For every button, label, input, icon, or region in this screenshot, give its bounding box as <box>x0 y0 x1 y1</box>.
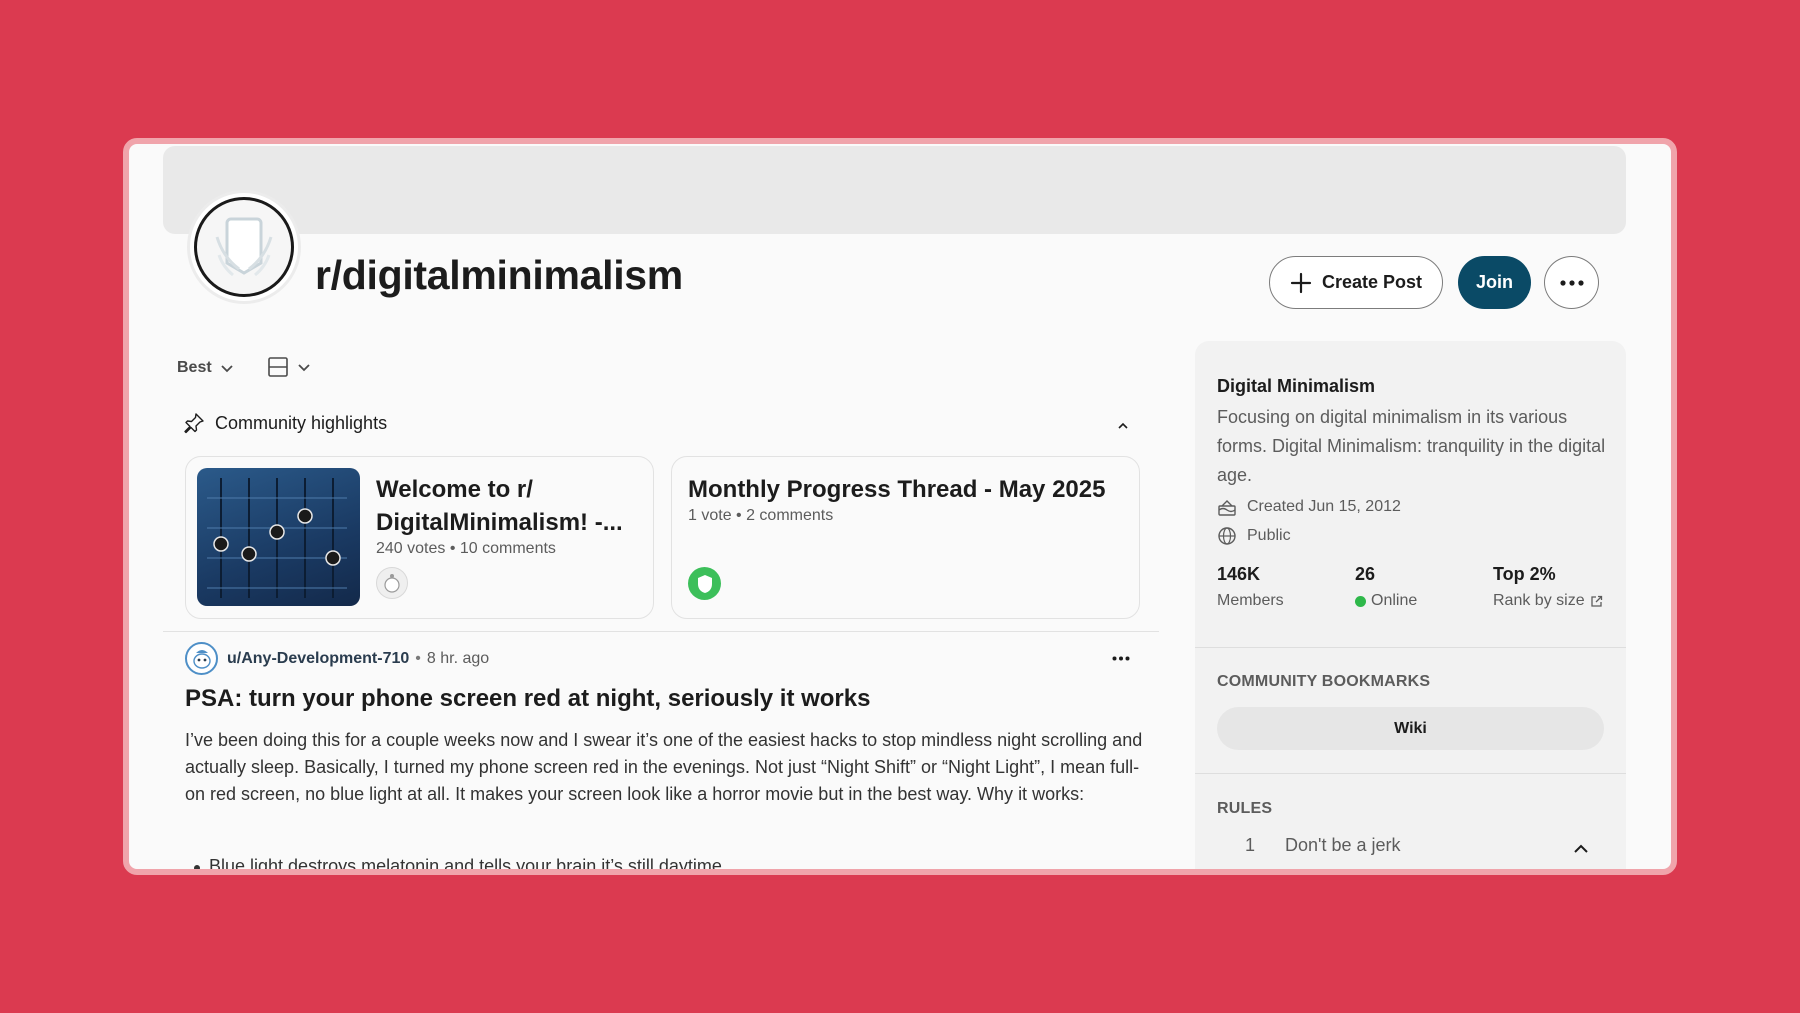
community-banner <box>163 146 1626 234</box>
rules-heading: RULES <box>1217 800 1273 817</box>
globe-icon <box>1218 527 1236 545</box>
community-created-text: Created Jun 15, 2012 <box>1247 498 1401 515</box>
snoo-avatar-icon <box>192 649 211 669</box>
stat-rank[interactable]: Top 2% Rank by size <box>1493 564 1603 610</box>
post-options-button[interactable] <box>1112 648 1130 666</box>
post-header: u/Any-Development-710 • 8 hr. ago <box>185 642 489 675</box>
view-mode-dropdown[interactable] <box>267 356 311 378</box>
more-horizontal-icon <box>1112 656 1130 661</box>
external-link-icon <box>1590 595 1602 607</box>
feed-divider <box>163 631 1159 632</box>
community-sidebar: Digital Minimalism Focusing on digital m… <box>1195 341 1626 869</box>
highlight-meta: 1 vote • 2 comments <box>688 507 834 524</box>
post-meta-separator: • <box>415 649 421 667</box>
create-post-button[interactable]: Create Post <box>1269 256 1443 309</box>
community-visibility-text: Public <box>1247 527 1291 544</box>
rule-item[interactable]: 1 Don't be a jerk <box>1245 835 1401 856</box>
highlight-title: Monthly Progress Thread - May 2025 <box>688 476 1106 503</box>
community-bookmarks-heading: COMMUNITY BOOKMARKS <box>1217 673 1431 690</box>
community-description: Focusing on digital minimalism in its va… <box>1217 407 1606 485</box>
rule-expand-toggle[interactable] <box>1573 841 1589 859</box>
subreddit-name: r/digitalminimalism <box>315 252 683 298</box>
highlight-card-welcome[interactable]: Welcome to r/ DigitalMinimalism! -... 24… <box>185 456 654 619</box>
plus-icon <box>1290 272 1312 293</box>
rule-text: Don't be a jerk <box>1285 835 1401 855</box>
post-author-link[interactable]: u/Any-Development-710 <box>227 650 409 668</box>
community-highlights-header: Community highlights <box>183 412 387 434</box>
browser-content-frame: r/digitalminimalism Create Post Join Bes… <box>123 138 1677 875</box>
sort-dropdown[interactable]: Best <box>177 359 234 377</box>
wiki-bookmark-button[interactable]: Wiki <box>1217 707 1604 750</box>
chevron-up-icon <box>1118 422 1128 429</box>
members-label: Members <box>1217 592 1284 609</box>
highlight-card-monthly-progress[interactable]: Monthly Progress Thread - May 2025 1 vot… <box>671 456 1140 619</box>
sidebar-divider <box>1195 647 1626 648</box>
highlight-author-avatar <box>376 567 408 599</box>
post-body: I’ve been doing this for a couple weeks … <box>185 730 1143 804</box>
community-options-button[interactable] <box>1544 256 1599 309</box>
community-avatar <box>187 190 301 304</box>
highlight-title: Welcome to r/ DigitalMinimalism! -... <box>376 476 623 536</box>
post-title[interactable]: PSA: turn your phone screen red at night… <box>185 685 870 713</box>
highlight-thumbnail <box>197 468 360 606</box>
snoo-avatar-icon <box>384 574 400 593</box>
create-post-label: Create Post <box>1321 272 1423 292</box>
more-horizontal-icon <box>1559 279 1584 286</box>
community-visibility: Public <box>1217 526 1291 546</box>
post-author-avatar[interactable] <box>185 642 218 675</box>
pin-icon <box>184 413 204 434</box>
stat-online: 26 Online <box>1355 564 1417 610</box>
rank-value: Top 2% <box>1493 564 1556 584</box>
community-created: Created Jun 15, 2012 <box>1217 497 1401 517</box>
mixer-sliders-icon <box>207 478 347 598</box>
card-view-icon <box>268 357 288 377</box>
shield-icon <box>697 574 712 593</box>
cake-icon <box>1218 500 1236 516</box>
rank-label: Rank by size <box>1493 592 1585 609</box>
join-button[interactable]: Join <box>1458 256 1531 309</box>
online-count: 26 <box>1355 564 1376 584</box>
chevron-up-icon <box>1574 844 1588 853</box>
online-indicator-icon <box>1355 595 1366 607</box>
highlight-meta: 240 votes • 10 comments <box>376 540 556 557</box>
highlight-author-avatar <box>688 567 721 600</box>
community-avatar-image <box>194 197 294 297</box>
rule-number: 1 <box>1245 835 1256 855</box>
stat-members: 146K Members <box>1217 564 1284 610</box>
post-timestamp: 8 hr. ago <box>426 649 490 667</box>
sort-label: Best <box>177 359 212 376</box>
community-display-name: Digital Minimalism <box>1217 376 1376 396</box>
collapse-highlights-button[interactable] <box>1113 416 1133 436</box>
chevron-down-icon <box>221 365 233 373</box>
post-body-bullet: Blue light destroys melatonin and tells … <box>194 856 722 875</box>
members-count: 146K <box>1217 564 1261 584</box>
chevron-down-icon <box>298 364 310 372</box>
phone-hands-icon <box>215 217 273 277</box>
sidebar-divider <box>1195 773 1626 774</box>
online-label: Online <box>1371 592 1418 609</box>
community-highlights-heading: Community highlights <box>215 412 388 433</box>
